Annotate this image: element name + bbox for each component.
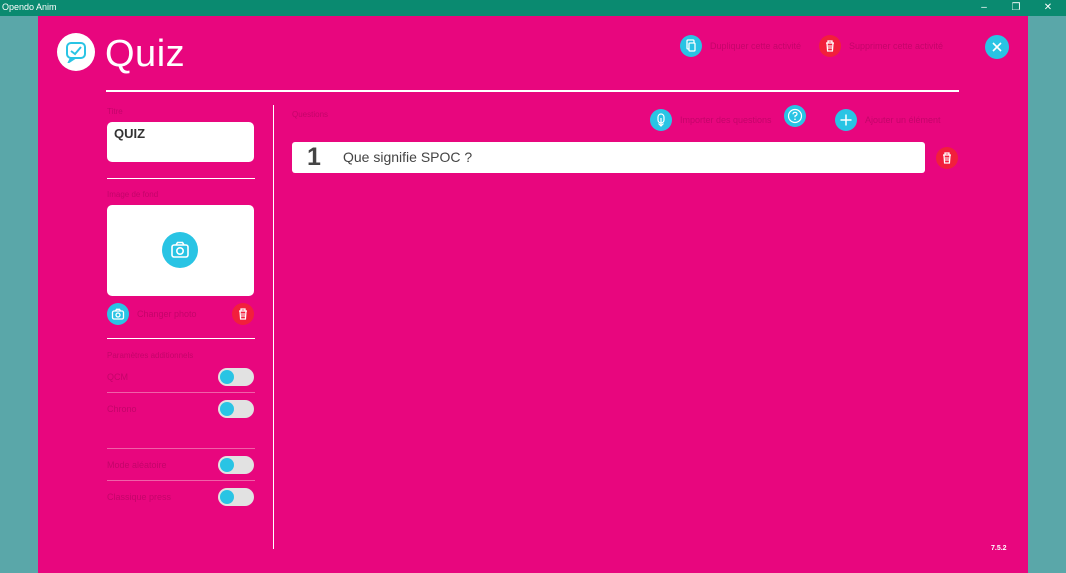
help-icon — [787, 108, 803, 124]
trash-icon — [943, 152, 951, 164]
add-label: Ajouter un élément — [865, 115, 941, 125]
toggle-divider — [107, 448, 255, 449]
classic-press-toggle[interactable] — [218, 488, 254, 506]
duplicate-activity-button[interactable]: Dupliquer cette activité — [680, 35, 810, 59]
add-item-button[interactable]: Ajouter un élément — [835, 109, 955, 131]
trash-icon — [239, 308, 247, 320]
trash-icon — [819, 35, 841, 57]
cover-label: Image de fond — [107, 190, 159, 199]
window-titlebar: Opendo Anim – ❐ ✕ — [0, 0, 1066, 16]
left-divider-1 — [107, 178, 255, 179]
check-chat-icon — [66, 42, 86, 63]
download-icon — [650, 109, 672, 131]
import-label: Importer des questions — [680, 115, 772, 125]
copy-icon — [680, 35, 702, 57]
duplicate-label: Dupliquer cette activité — [710, 41, 802, 51]
options-label: Paramètres additionnels — [107, 351, 194, 360]
close-icon — [992, 42, 1002, 52]
toggle-divider — [107, 392, 255, 393]
plus-icon — [835, 109, 857, 131]
question-number: 1 — [307, 143, 321, 171]
toggle-label-chrono: Chrono — [107, 404, 137, 414]
qcm-toggle[interactable] — [218, 368, 254, 386]
chrono-toggle[interactable] — [218, 400, 254, 418]
editor-panel: Quiz Dupliquer cette activité Supprimer … — [38, 16, 1028, 573]
delete-activity-button[interactable]: Supprimer cette activité — [819, 35, 949, 59]
close-editor-button[interactable] — [985, 35, 1009, 59]
toggle-knob — [220, 370, 234, 384]
toggle-label-qcm: QCM — [107, 372, 128, 382]
header-divider — [106, 90, 959, 92]
page-title: Quiz — [105, 33, 186, 75]
change-photo-button[interactable]: Changer photo — [107, 303, 217, 325]
delete-label: Supprimer cette activité — [849, 41, 944, 51]
title-input[interactable]: QUIZ — [107, 122, 254, 162]
side-margin-left — [0, 16, 38, 573]
close-window-button[interactable]: ✕ — [1032, 0, 1064, 16]
import-questions-button[interactable]: Importer des questions — [650, 109, 772, 131]
column-divider — [273, 105, 274, 549]
cover-image-box[interactable] — [107, 205, 254, 296]
delete-photo-button[interactable] — [232, 303, 254, 325]
version-label: 7.5.2 — [991, 545, 1007, 552]
toggle-knob — [220, 458, 234, 472]
question-text: Que signifie SPOC ? — [343, 149, 473, 165]
toggle-knob — [220, 490, 234, 504]
toggle-label-random: Mode aléatoire — [107, 460, 167, 470]
change-photo-label: Changer photo — [137, 309, 197, 319]
toggle-label-classic: Classique press — [107, 492, 172, 502]
side-margin-right — [1028, 16, 1066, 573]
camera-icon — [162, 232, 198, 268]
random-mode-toggle[interactable] — [218, 456, 254, 474]
minimize-button[interactable]: – — [968, 0, 1000, 16]
questions-label: Questions — [292, 110, 329, 119]
help-button[interactable] — [784, 105, 806, 127]
left-divider-2 — [107, 338, 255, 339]
question-row[interactable]: 1 Que signifie SPOC ? — [292, 142, 925, 173]
toggle-knob — [220, 402, 234, 416]
quiz-logo — [57, 33, 95, 71]
delete-question-button[interactable] — [936, 147, 958, 169]
camera-icon — [107, 303, 129, 325]
restore-button[interactable]: ❐ — [1000, 0, 1032, 16]
toggle-divider — [107, 480, 255, 481]
title-value: QUIZ — [114, 126, 146, 141]
window-title: Opendo Anim — [2, 2, 57, 12]
title-label: Titre — [107, 107, 123, 116]
